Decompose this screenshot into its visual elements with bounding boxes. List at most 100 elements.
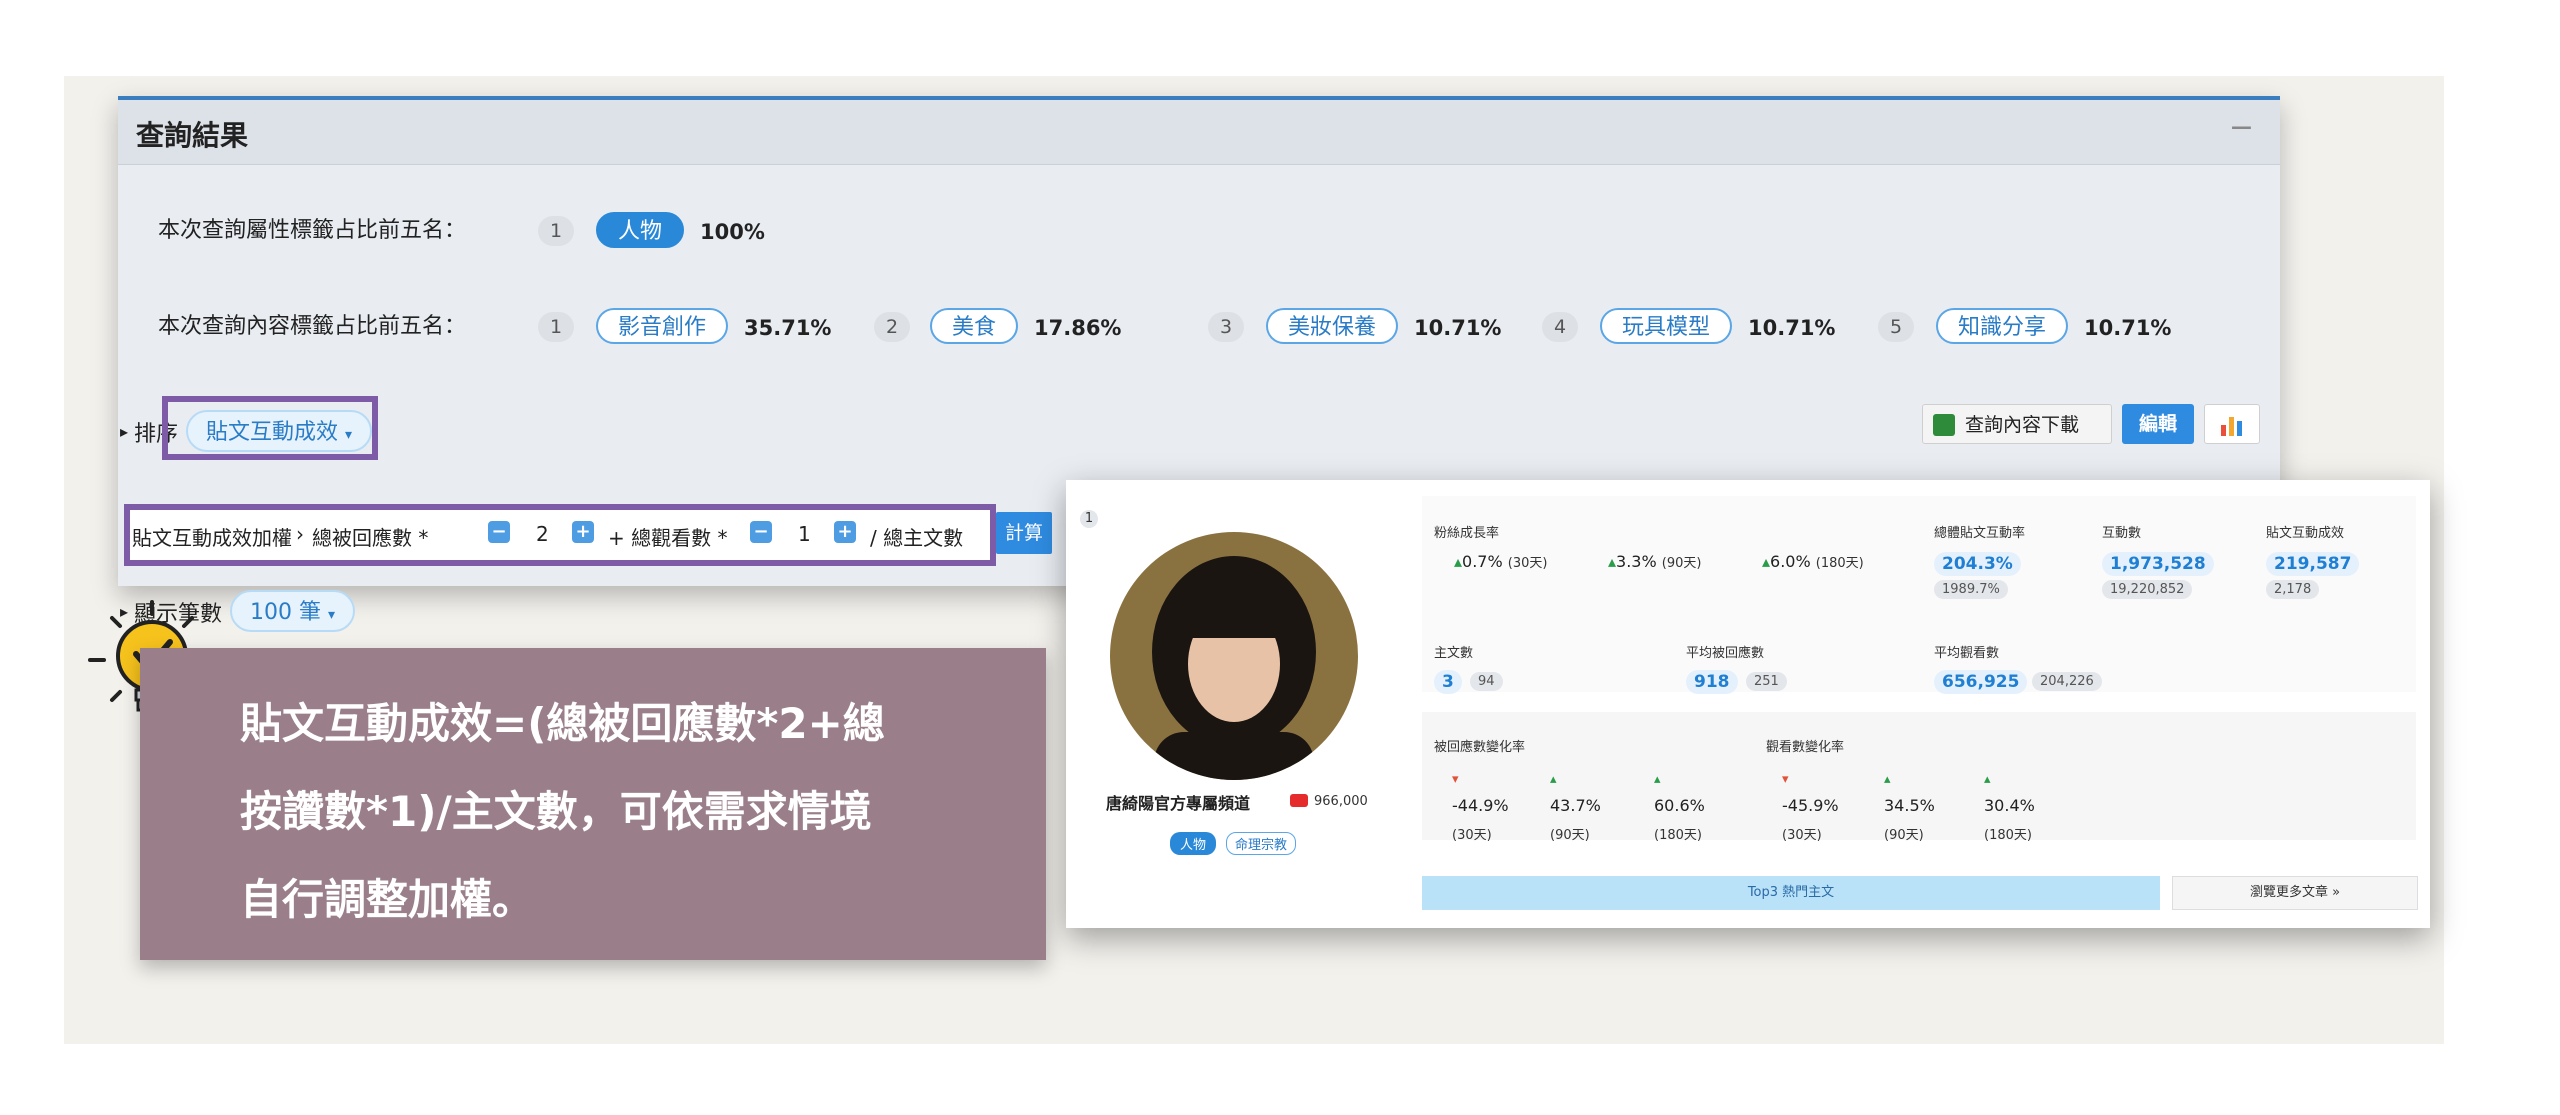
attr-tag-pct: 100% xyxy=(700,220,765,244)
attr-rank-badge: 1 xyxy=(538,216,574,246)
post-effect-value: 219,587 xyxy=(2266,552,2360,576)
count-dropdown[interactable]: 100 筆 ▾ xyxy=(230,590,356,632)
content-rank-badge: 4 xyxy=(1542,312,1578,342)
period-label: (90天) xyxy=(1661,556,1702,571)
posts-label: 主文數 xyxy=(1434,646,1474,661)
up-arrow-icon: ▴ xyxy=(1550,772,1557,787)
view-change-value: 30.4% xyxy=(1984,796,2035,815)
formula-callout: 貼文互動成效=(總被回應數*2+總 按讚數*1)/主文數，可依需求情境 自行調整… xyxy=(140,648,1046,960)
youtube-icon xyxy=(1290,794,1308,807)
subscriber-count: 966,000 xyxy=(1314,794,1368,809)
card-tag[interactable]: 命理宗教 xyxy=(1226,832,1297,855)
period-label: (180天) xyxy=(1654,828,1702,843)
avg-reply-label: 平均被回應數 xyxy=(1686,646,1765,661)
avg-reply-avg: 251 xyxy=(1746,672,1787,691)
view-change-value: 34.5% xyxy=(1884,796,1935,815)
fan-growth-value: 0.7% xyxy=(1462,552,1503,571)
content-rank-badge: 3 xyxy=(1208,312,1244,342)
fan-growth-value: 3.3% xyxy=(1616,552,1657,571)
weight-highlight-frame xyxy=(124,504,996,566)
interactions-value: 1,973,528 xyxy=(2102,552,2214,576)
top3-posts-button[interactable]: Top3 熱門主文 xyxy=(1422,876,2160,910)
collapse-icon[interactable]: − xyxy=(2229,110,2254,145)
avg-reply-value: 918 xyxy=(1686,670,1738,694)
bar-chart-icon xyxy=(2221,417,2242,436)
attr-tag-person[interactable]: 人物 xyxy=(596,212,685,248)
posts-avg: 94 xyxy=(1470,672,1503,691)
period-label: (180天) xyxy=(1984,828,2032,843)
up-arrow-icon: ▴ xyxy=(1608,552,1617,571)
card-index: 1 xyxy=(1080,510,1098,528)
caret-right-icon: ▸ xyxy=(120,422,129,441)
view-change-value: -45.9% xyxy=(1782,796,1839,815)
avatar[interactable] xyxy=(1110,532,1358,780)
content-rank-badge: 5 xyxy=(1878,312,1914,342)
reply-change-value: 43.7% xyxy=(1550,796,1601,815)
card-tag[interactable]: 人物 xyxy=(1170,832,1217,855)
chevron-down-icon: ▾ xyxy=(328,607,336,623)
calculate-button[interactable]: 計算 xyxy=(996,512,1052,554)
panel-title: 查詢結果 xyxy=(136,119,249,152)
down-arrow-icon: ▾ xyxy=(1452,772,1459,787)
content-tag[interactable]: 知識分享 xyxy=(1936,308,2069,344)
avg-view-avg: 204,226 xyxy=(2032,672,2102,691)
channel-card: 1 唐綺陽官方專屬頻道 966,000 人物 命理宗教 粉絲成長率 ▴0.7% … xyxy=(1066,480,2430,928)
content-rank-badge: 2 xyxy=(874,312,910,342)
content-tag[interactable]: 美食 xyxy=(930,308,1019,344)
overall-rate-value: 204.3% xyxy=(1934,552,2021,576)
content-tag-pct: 10.71% xyxy=(2084,316,2172,340)
count-value: 100 筆 xyxy=(250,600,321,625)
overall-rate-avg: 1989.7% xyxy=(1934,580,2008,599)
person-portrait-icon xyxy=(1152,556,1316,780)
reply-change-label: 被回應數變化率 xyxy=(1434,740,1526,755)
down-arrow-icon: ▾ xyxy=(1782,772,1789,787)
period-label: (90天) xyxy=(1884,828,1924,843)
post-effect-avg: 2,178 xyxy=(2266,580,2320,599)
download-button[interactable]: 查詢內容下載 xyxy=(1922,404,2112,444)
view-change-label: 觀看數變化率 xyxy=(1766,740,1845,755)
period-label: (30天) xyxy=(1507,556,1548,571)
content-tag[interactable]: 影音創作 xyxy=(596,308,729,344)
overall-rate-label: 總體貼文互動率 xyxy=(1934,526,2026,541)
chart-toggle-button[interactable] xyxy=(2204,404,2260,444)
callout-line: 按讚數*1)/主文數，可依需求情境 xyxy=(240,787,872,836)
attr-tags-label: 本次查詢屬性標籤占比前五名： xyxy=(158,218,467,243)
interactions-avg: 19,220,852 xyxy=(2102,580,2193,599)
period-label: (30天) xyxy=(1782,828,1822,843)
period-label: (90天) xyxy=(1550,828,1590,843)
period-label: (180天) xyxy=(1815,556,1864,571)
interactions-label: 互動數 xyxy=(2102,526,2142,541)
content-tag-pct: 10.71% xyxy=(1414,316,1502,340)
content-rank-badge: 1 xyxy=(538,312,574,342)
post-effect-label: 貼文互動成效 xyxy=(2266,526,2345,541)
up-arrow-icon: ▴ xyxy=(1762,552,1771,571)
posts-value: 3 xyxy=(1434,670,1462,694)
reply-change-value: 60.6% xyxy=(1654,796,1705,815)
panel-header: 查詢結果 − xyxy=(118,100,2280,165)
download-label: 查詢內容下載 xyxy=(1965,414,2080,436)
avg-view-value: 656,925 xyxy=(1934,670,2028,694)
callout-line: 自行調整加權。 xyxy=(240,875,535,924)
content-tag-pct: 17.86% xyxy=(1034,316,1122,340)
period-label: (30天) xyxy=(1452,828,1492,843)
callout-line: 貼文互動成效=(總被回應數*2+總 xyxy=(240,699,885,748)
sort-highlight-frame xyxy=(162,396,378,460)
stats-change-area xyxy=(1422,712,2416,840)
fan-growth-label: 粉絲成長率 xyxy=(1434,526,1500,541)
fan-growth-value: 6.0% xyxy=(1770,552,1811,571)
up-arrow-icon: ▴ xyxy=(1654,772,1661,787)
content-tag[interactable]: 美妝保養 xyxy=(1266,308,1399,344)
content-tag[interactable]: 玩具模型 xyxy=(1600,308,1733,344)
up-arrow-icon: ▴ xyxy=(1984,772,1991,787)
content-tags-label: 本次查詢內容標籤占比前五名： xyxy=(158,314,467,339)
channel-name[interactable]: 唐綺陽官方專屬頻道 xyxy=(1106,790,1250,814)
up-arrow-icon: ▴ xyxy=(1884,772,1891,787)
reply-change-value: -44.9% xyxy=(1452,796,1509,815)
more-articles-button[interactable]: 瀏覽更多文章 » xyxy=(2172,876,2418,910)
edit-button[interactable]: 編輯 xyxy=(2122,404,2194,444)
excel-icon xyxy=(1933,414,1955,436)
avg-view-label: 平均觀看數 xyxy=(1934,646,2000,661)
content-tag-pct: 10.71% xyxy=(1748,316,1836,340)
content-tag-pct: 35.71% xyxy=(744,316,832,340)
up-arrow-icon: ▴ xyxy=(1454,552,1463,571)
